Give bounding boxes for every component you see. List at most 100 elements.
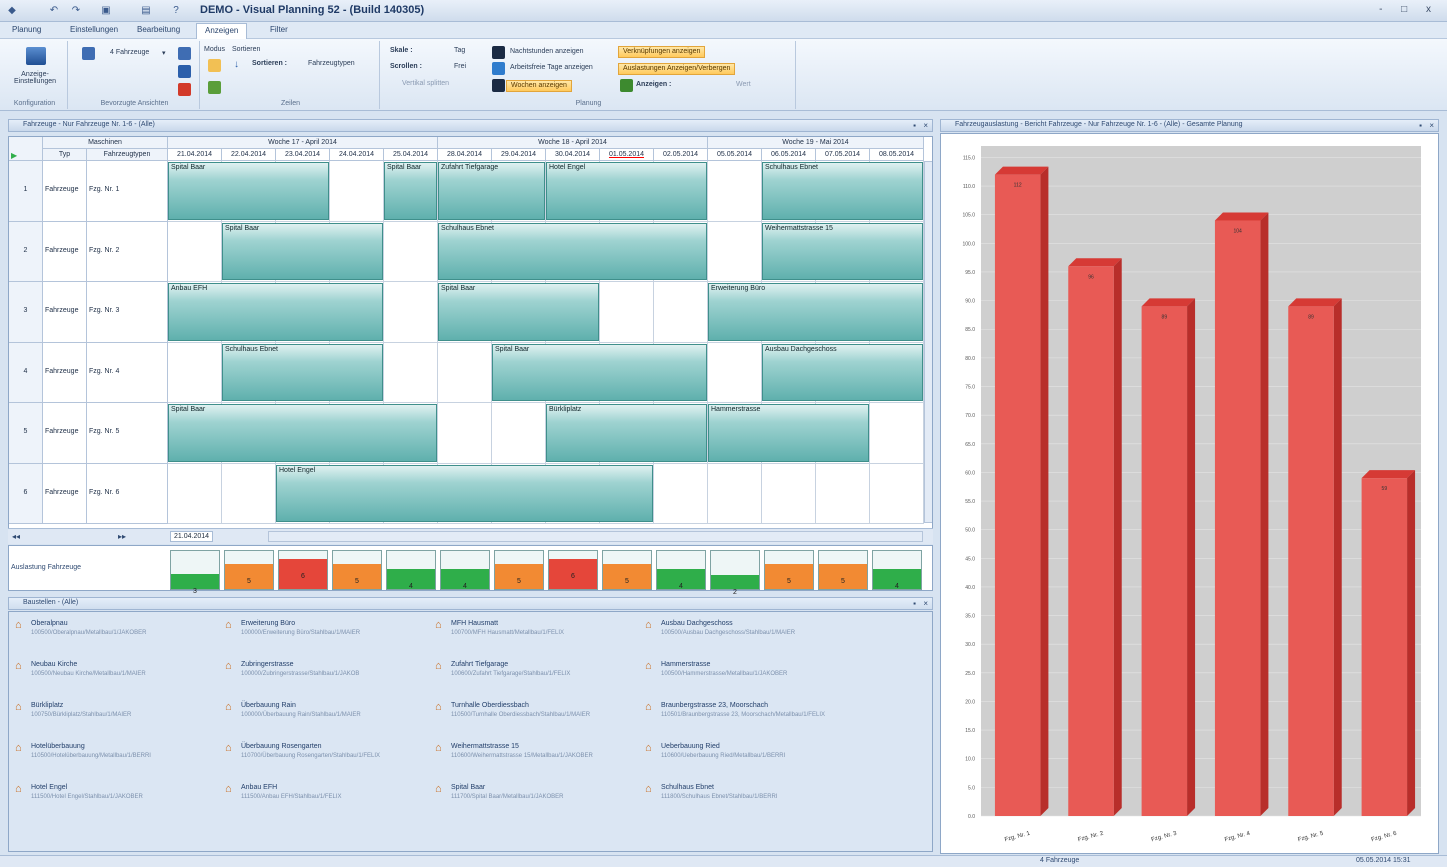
wochen-toggle[interactable]: Wochen anzeigen xyxy=(506,80,572,92)
grid-cell[interactable] xyxy=(384,342,438,403)
task-bar[interactable]: Anbau EFH xyxy=(168,283,383,341)
view-icon[interactable]: ▤ xyxy=(140,5,152,17)
menu-anzeigen[interactable]: Anzeigen xyxy=(196,23,248,39)
anzeige-einstellungen-button[interactable]: Anzeige-Einstellungen xyxy=(6,71,64,85)
utilization-bar[interactable]: 4 xyxy=(386,550,436,590)
sort-icon[interactable]: ↓ xyxy=(234,59,239,70)
task-bar[interactable]: Weihermattstrasse 15 xyxy=(762,222,923,280)
grid-cell[interactable] xyxy=(600,282,654,343)
row-name[interactable]: Fzg. Nr. 1 xyxy=(87,161,168,222)
row-name[interactable]: Fzg. Nr. 2 xyxy=(87,221,168,282)
task-bar[interactable]: Hammerstrasse xyxy=(708,404,869,462)
site-item[interactable]: ⌂ Turnhalle Oberdiessbach 110500/Turnhalle… xyxy=(433,702,633,742)
nav-first-icon[interactable]: ◂◂ xyxy=(12,532,20,541)
pin-icon[interactable]: ▪ xyxy=(913,121,916,130)
load-view-icon[interactable] xyxy=(178,47,191,60)
site-item[interactable]: ⌂ Überbauung Rain 100000/Überbauung Rain/S… xyxy=(223,702,423,742)
day-header[interactable]: 22.04.2014 xyxy=(222,149,276,161)
utilization-bar[interactable]: 2 xyxy=(710,550,760,596)
utilization-bar[interactable]: 6 xyxy=(278,550,328,590)
modus-icon[interactable] xyxy=(208,59,221,72)
utilization-bar[interactable]: 5 xyxy=(224,550,274,590)
task-bar[interactable]: Hotel Engel xyxy=(276,464,653,522)
task-bar[interactable]: Erweiterung Büro xyxy=(708,283,923,341)
scrollen-select[interactable]: Frei xyxy=(454,63,466,70)
grid-cell[interactable] xyxy=(708,463,762,524)
task-bar[interactable]: Ausbau Dachgeschoss xyxy=(762,343,923,401)
menu-planung[interactable]: Planung xyxy=(12,25,41,34)
utilization-bar[interactable]: 5 xyxy=(602,550,652,590)
grid-cell[interactable] xyxy=(330,161,384,222)
auslastungen-toggle[interactable]: Auslastungen Anzeigen/Verbergen xyxy=(618,63,736,75)
row-name[interactable]: Fzg. Nr. 5 xyxy=(87,403,168,464)
site-item[interactable]: ⌂ Bürkliplatz 100750/Bürkliplatz/Stahlbau/… xyxy=(13,702,213,742)
task-bar[interactable]: Spital Baar xyxy=(384,162,437,220)
tools-icon[interactable]: ▣ xyxy=(100,5,112,17)
anzeigen-select[interactable]: Wert xyxy=(736,81,751,88)
day-header[interactable]: 29.04.2014 xyxy=(492,149,546,161)
task-bar[interactable]: Spital Baar xyxy=(492,343,707,401)
task-bar[interactable]: Hotel Engel xyxy=(546,162,707,220)
save-icon[interactable] xyxy=(178,65,191,78)
site-item[interactable]: ⌂ Hotelüberbauung 110500/Hotelüberbauung/M… xyxy=(13,743,213,783)
task-bar[interactable]: Spital Baar xyxy=(168,404,437,462)
vertical-scrollbar[interactable] xyxy=(924,161,932,523)
vertikal-splitten-toggle[interactable]: Vertikal splitten xyxy=(402,80,449,87)
site-item[interactable]: ⌂ Neubau Kirche 100500/Neubau Kirche/Metal… xyxy=(13,661,213,701)
pin-icon[interactable]: ▪ xyxy=(1419,121,1422,130)
task-bar[interactable]: Spital Baar xyxy=(168,162,329,220)
site-item[interactable]: ⌂ Anbau EFH 111500/Anbau EFH/Stahlbau/1/FE… xyxy=(223,784,423,824)
task-bar[interactable]: Bürkliplatz xyxy=(546,404,707,462)
day-header[interactable]: 28.04.2014 xyxy=(438,149,492,161)
nachtstunden-toggle[interactable]: Nachtstunden anzeigen xyxy=(510,48,584,55)
day-header[interactable]: 01.05.2014 xyxy=(600,149,654,161)
day-header[interactable]: 21.04.2014 xyxy=(168,149,222,161)
utilization-bar[interactable]: 5 xyxy=(332,550,382,590)
favorite-view-select[interactable]: 4 Fahrzeuge xyxy=(110,49,149,56)
grid-cell[interactable] xyxy=(492,403,546,464)
window-controls[interactable]: - □ x xyxy=(1379,4,1439,15)
grid-cell[interactable] xyxy=(870,403,924,464)
site-item[interactable]: ⌂ Oberalpnau 100500/Oberalpnau/Metallbau/1… xyxy=(13,620,213,660)
utilization-bar[interactable]: 4 xyxy=(656,550,706,590)
sortieren-button[interactable]: Sortieren : xyxy=(252,60,287,67)
delete-icon[interactable] xyxy=(178,83,191,96)
site-item[interactable]: ⌂ Hotel Engel 111500/Hotel Engel/Stahlbau/… xyxy=(13,784,213,824)
day-header[interactable]: 02.05.2014 xyxy=(654,149,708,161)
site-item[interactable]: ⌂ Überbauung Rosengarten 110700/Überbauung… xyxy=(223,743,423,783)
grid-cell[interactable] xyxy=(438,342,492,403)
day-header[interactable]: 06.05.2014 xyxy=(762,149,816,161)
site-item[interactable]: ⌂ Weihermattstrasse 15 110600/Weihermattst… xyxy=(433,743,633,783)
menu-bearbeitung[interactable]: Bearbeitung xyxy=(137,25,180,34)
site-item[interactable]: ⌂ Erweiterung Büro 100000/Erweiterung Büro… xyxy=(223,620,423,660)
site-item[interactable]: ⌂ Schulhaus Ebnet 111800/Schulhaus Ebnet/S… xyxy=(643,784,843,824)
pin-icon[interactable]: ▪ xyxy=(913,599,916,608)
site-item[interactable]: ⌂ Ueberbauung Ried 110600/Ueberbauung Ried… xyxy=(643,743,843,783)
grid-cell[interactable] xyxy=(222,463,276,524)
day-header[interactable]: 05.05.2014 xyxy=(708,149,762,161)
task-bar[interactable]: Schulhaus Ebnet xyxy=(438,222,707,280)
grid-cell[interactable] xyxy=(438,403,492,464)
utilization-bar[interactable]: 4 xyxy=(440,550,490,590)
help-icon[interactable]: ? xyxy=(170,5,182,17)
grid-cell[interactable] xyxy=(816,463,870,524)
grid-cell[interactable] xyxy=(762,463,816,524)
grid-cell[interactable] xyxy=(384,221,438,282)
expand-icon[interactable] xyxy=(208,81,221,94)
grid-cell[interactable] xyxy=(168,342,222,403)
day-header[interactable]: 07.05.2014 xyxy=(816,149,870,161)
task-bar[interactable]: Zufahrt Tiefgarage xyxy=(438,162,545,220)
utilization-bar[interactable]: 4 xyxy=(872,550,922,590)
utilization-bar[interactable]: 5 xyxy=(818,550,868,590)
utilization-bar[interactable]: 5 xyxy=(764,550,814,590)
close-icon[interactable]: × xyxy=(1429,121,1434,130)
grid-cell[interactable] xyxy=(168,221,222,282)
nav-next-icon[interactable]: ▸▸ xyxy=(118,532,126,541)
site-item[interactable]: ⌂ Spital Baar 111700/Spital Baar/Metallbau… xyxy=(433,784,633,824)
day-header[interactable]: 30.04.2014 xyxy=(546,149,600,161)
skale-select[interactable]: Tag xyxy=(454,47,465,54)
day-header[interactable]: 25.04.2014 xyxy=(384,149,438,161)
close-icon[interactable]: × xyxy=(923,599,928,608)
sort-select[interactable]: Fahrzeugtypen xyxy=(308,60,355,67)
row-name[interactable]: Fzg. Nr. 3 xyxy=(87,282,168,343)
